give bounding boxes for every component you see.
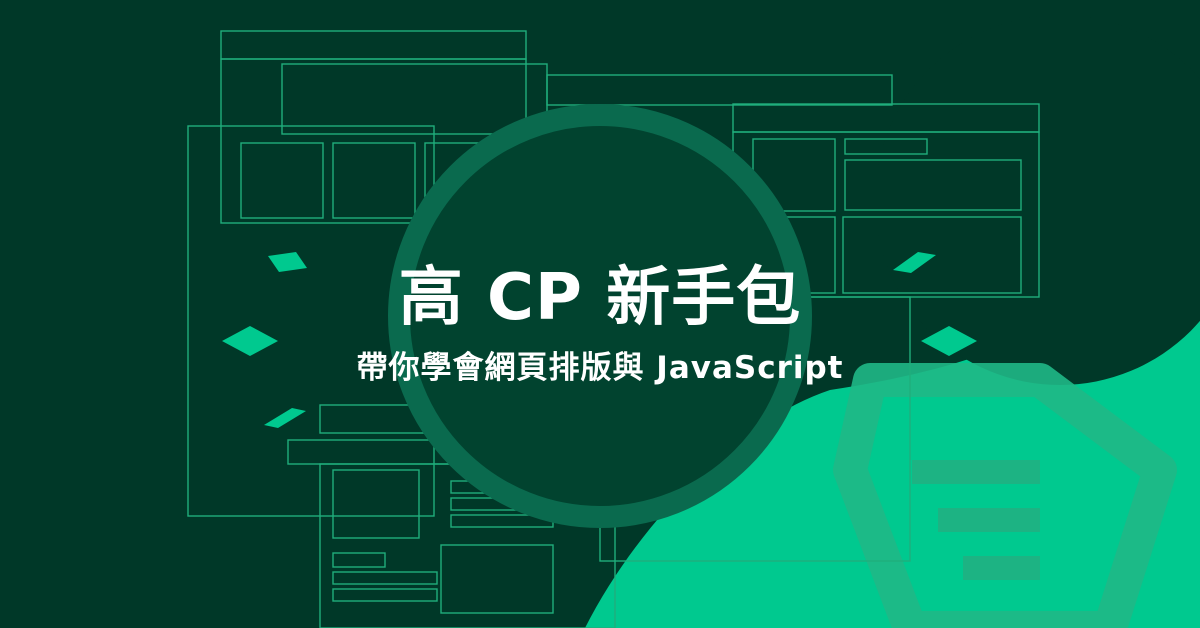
banner-subtitle: 帶你學會網頁排版與 JavaScript xyxy=(356,350,844,386)
diamond-icon xyxy=(264,408,306,428)
banner-title: 高 CP 新手包 xyxy=(398,261,802,335)
promo-banner: 高 CP 新手包 帶你學會網頁排版與 JavaScript xyxy=(0,0,1200,628)
